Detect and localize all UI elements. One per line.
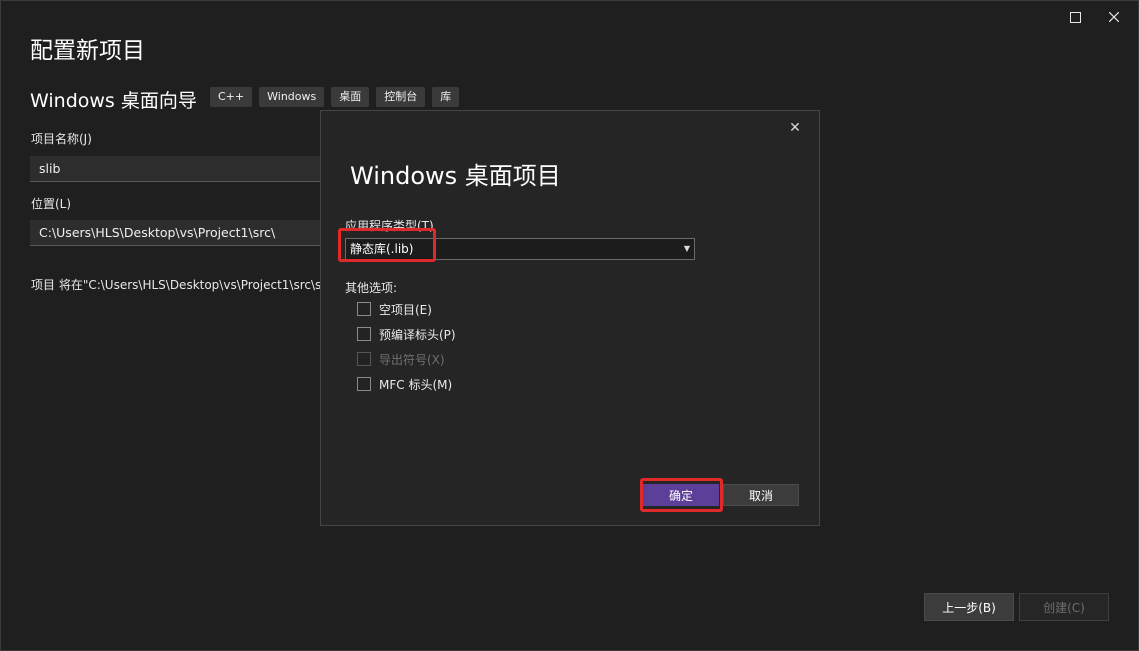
location-input[interactable]: C:\Users\HLS\Desktop\vs\Project1\src\ — [30, 220, 330, 246]
chevron-down-icon: ▼ — [683, 244, 690, 253]
project-name-input[interactable]: slib — [30, 156, 330, 182]
desktop-project-dialog: ✕ Windows 桌面项目 应用程序类型(T) 静态库(.lib) ▼ 其他选… — [320, 110, 820, 526]
checkbox-label: 预编译标头(P) — [379, 327, 456, 342]
template-name: Windows 桌面向导 — [30, 90, 197, 112]
close-window-button[interactable] — [1099, 5, 1129, 29]
tag-cpp: C++ — [210, 87, 253, 107]
configure-project-window: 配置新项目 Windows 桌面向导 C++ Windows 桌面 控制台 库 … — [0, 0, 1139, 651]
checkbox-label: 导出符号(X) — [379, 352, 445, 367]
create-button[interactable]: 创建(C) — [1019, 593, 1109, 621]
empty-project-checkbox[interactable]: 空项目(E) — [357, 300, 432, 318]
checkbox-label: MFC 标头(M) — [379, 377, 453, 392]
dialog-title: Windows 桌面项目 — [350, 162, 561, 190]
location-label: 位置(L) — [31, 197, 72, 211]
tag-console: 控制台 — [376, 87, 426, 107]
tag-library: 库 — [432, 87, 460, 107]
close-icon — [1109, 12, 1119, 22]
back-button[interactable]: 上一步(B) — [924, 593, 1014, 621]
project-path-note: 项目 将在"C:\Users\HLS\Desktop\vs\Project1\s… — [31, 278, 321, 292]
maximize-button[interactable] — [1060, 5, 1090, 29]
checkbox-box — [357, 352, 371, 366]
tag-windows: Windows — [259, 87, 325, 107]
template-tags: C++ Windows 桌面 控制台 库 — [210, 87, 460, 107]
checkbox-label: 空项目(E) — [379, 302, 432, 317]
ok-button-highlight — [640, 478, 723, 512]
mfc-headers-checkbox[interactable]: MFC 标头(M) — [357, 375, 452, 393]
page-title: 配置新项目 — [30, 38, 145, 64]
project-name-label: 项目名称(J) — [31, 132, 92, 146]
maximize-icon — [1069, 11, 1081, 23]
precompiled-header-checkbox[interactable]: 预编译标头(P) — [357, 325, 456, 343]
cancel-button[interactable]: 取消 — [723, 484, 799, 506]
export-symbols-checkbox: 导出符号(X) — [357, 350, 445, 368]
checkbox-box — [357, 302, 371, 316]
dialog-close-button[interactable]: ✕ — [786, 119, 804, 137]
close-icon: ✕ — [789, 120, 801, 136]
checkbox-box — [357, 327, 371, 341]
other-options-label: 其他选项: — [345, 281, 398, 295]
checkbox-box — [357, 377, 371, 391]
app-type-highlight — [338, 228, 436, 262]
tag-desktop: 桌面 — [331, 87, 370, 107]
